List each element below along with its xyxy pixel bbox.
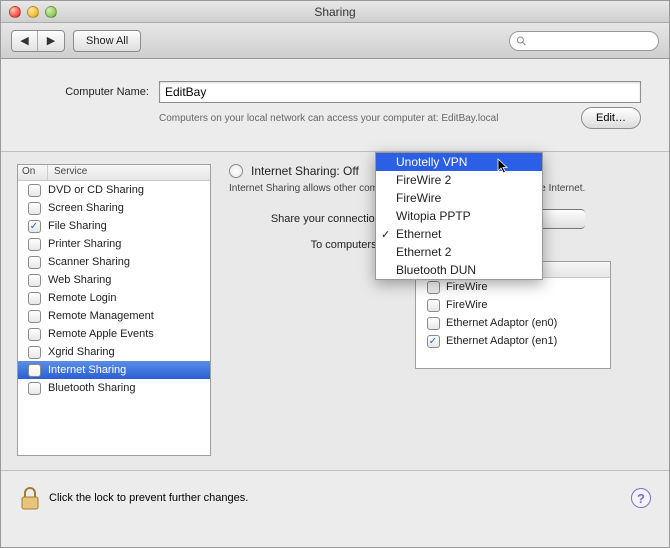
help-button[interactable]: ? [631, 488, 651, 508]
port-label: FireWire [446, 299, 488, 311]
service-label: Bluetooth Sharing [48, 382, 135, 394]
service-label: Internet Sharing [48, 364, 126, 376]
services-col-on[interactable]: On [18, 165, 48, 180]
service-label: File Sharing [48, 220, 107, 232]
service-row[interactable]: DVD or CD Sharing [18, 181, 210, 199]
close-button[interactable] [9, 6, 21, 18]
service-row[interactable]: Remote Apple Events [18, 325, 210, 343]
search-input[interactable] [531, 35, 652, 47]
search-icon [516, 35, 527, 47]
port-row[interactable]: Ethernet Adaptor (en0) [416, 314, 610, 332]
computer-name-label: Computer Name: [29, 86, 149, 98]
dropdown-item[interactable]: Witopia PPTP [376, 207, 542, 225]
service-checkbox[interactable] [28, 274, 41, 287]
service-checkbox[interactable] [28, 364, 41, 377]
port-checkbox[interactable] [427, 299, 440, 312]
service-checkbox[interactable]: ✓ [28, 220, 41, 233]
services-col-service[interactable]: Service [48, 165, 210, 180]
service-label: Remote Login [48, 292, 117, 304]
service-checkbox[interactable] [28, 256, 41, 269]
service-row[interactable]: Internet Sharing [18, 361, 210, 379]
forward-button[interactable]: ▶ [38, 31, 64, 51]
service-row[interactable]: Xgrid Sharing [18, 343, 210, 361]
service-checkbox[interactable] [28, 238, 41, 251]
service-row[interactable]: Remote Login [18, 289, 210, 307]
port-checkbox[interactable]: ✓ [427, 335, 440, 348]
sharing-prefpane: Sharing ◀ ▶ Show All Computer Name: Comp… [0, 0, 670, 548]
service-checkbox[interactable] [28, 346, 41, 359]
port-row[interactable]: FireWire [416, 278, 610, 296]
service-label: Screen Sharing [48, 202, 124, 214]
enable-toggle-icon[interactable] [229, 164, 243, 178]
service-label: DVD or CD Sharing [48, 184, 144, 196]
service-checkbox[interactable] [28, 292, 41, 305]
port-checkbox[interactable] [427, 281, 440, 294]
window-controls [9, 6, 57, 18]
nav-back-forward: ◀ ▶ [11, 30, 65, 52]
edit-hostname-button[interactable]: Edit… [581, 107, 641, 129]
toolbar: ◀ ▶ Show All [1, 23, 669, 59]
dropdown-item[interactable]: Unotelly VPN [376, 153, 542, 171]
port-label: Ethernet Adaptor (en0) [446, 317, 557, 329]
service-row[interactable]: ✓ File Sharing [18, 217, 210, 235]
service-row[interactable]: Web Sharing [18, 271, 210, 289]
minimize-button[interactable] [27, 6, 39, 18]
service-label: Remote Apple Events [48, 328, 154, 340]
dropdown-item[interactable]: Bluetooth DUN [376, 261, 542, 279]
services-list: On Service DVD or CD Sharing Screen Shari… [17, 164, 211, 456]
port-label: Ethernet Adaptor (en1) [446, 335, 557, 347]
port-row[interactable]: FireWire [416, 296, 610, 314]
service-row[interactable]: Screen Sharing [18, 199, 210, 217]
services-header: On Service [18, 165, 210, 181]
service-row[interactable]: Remote Management [18, 307, 210, 325]
main-area: On Service DVD or CD Sharing Screen Shari… [1, 151, 669, 471]
service-row[interactable]: Scanner Sharing [18, 253, 210, 271]
port-label: FireWire [446, 281, 488, 293]
service-row[interactable]: Printer Sharing [18, 235, 210, 253]
service-checkbox[interactable] [28, 382, 41, 395]
port-checkbox[interactable] [427, 317, 440, 330]
dropdown-item[interactable]: Ethernet 2 [376, 243, 542, 261]
service-label: Remote Management [48, 310, 154, 322]
zoom-button[interactable] [45, 6, 57, 18]
service-checkbox[interactable] [28, 310, 41, 323]
service-label: Scanner Sharing [48, 256, 130, 268]
port-row[interactable]: ✓ Ethernet Adaptor (en1) [416, 332, 610, 350]
service-checkbox[interactable] [28, 328, 41, 341]
back-button[interactable]: ◀ [12, 31, 38, 51]
service-row[interactable]: Bluetooth Sharing [18, 379, 210, 397]
dropdown-item[interactable]: FireWire [376, 189, 542, 207]
service-checkbox[interactable] [28, 202, 41, 215]
service-label: Web Sharing [48, 274, 111, 286]
content-top: Computer Name: Computers on your local n… [1, 59, 669, 151]
computer-name-subtext: Computers on your local network can acce… [159, 112, 581, 125]
lock-text: Click the lock to prevent further change… [49, 492, 248, 504]
service-checkbox[interactable] [28, 184, 41, 197]
dropdown-item[interactable]: FireWire 2 [376, 171, 542, 189]
show-all-button[interactable]: Show All [73, 30, 141, 52]
share-from-dropdown[interactable]: Unotelly VPNFireWire 2FireWireWitopia PP… [375, 152, 543, 280]
window-title: Sharing [1, 5, 669, 19]
service-label: Printer Sharing [48, 238, 121, 250]
status-text: Internet Sharing: Off [251, 164, 359, 178]
computer-name-input[interactable] [159, 81, 641, 103]
service-label: Xgrid Sharing [48, 346, 115, 358]
lock-icon[interactable] [19, 485, 39, 511]
titlebar: Sharing [1, 1, 669, 23]
search-field[interactable] [509, 31, 659, 51]
footer: Click the lock to prevent further change… [1, 471, 669, 525]
dropdown-item[interactable]: Ethernet [376, 225, 542, 243]
